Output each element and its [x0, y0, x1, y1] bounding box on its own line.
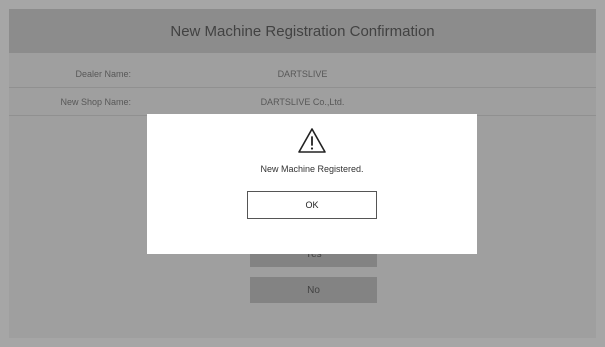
ok-button[interactable]: OK	[247, 191, 377, 219]
warning-triangle-icon	[298, 128, 326, 153]
confirmation-dialog: New Machine Registered. OK	[147, 114, 477, 254]
dialog-message: New Machine Registered.	[260, 164, 364, 174]
